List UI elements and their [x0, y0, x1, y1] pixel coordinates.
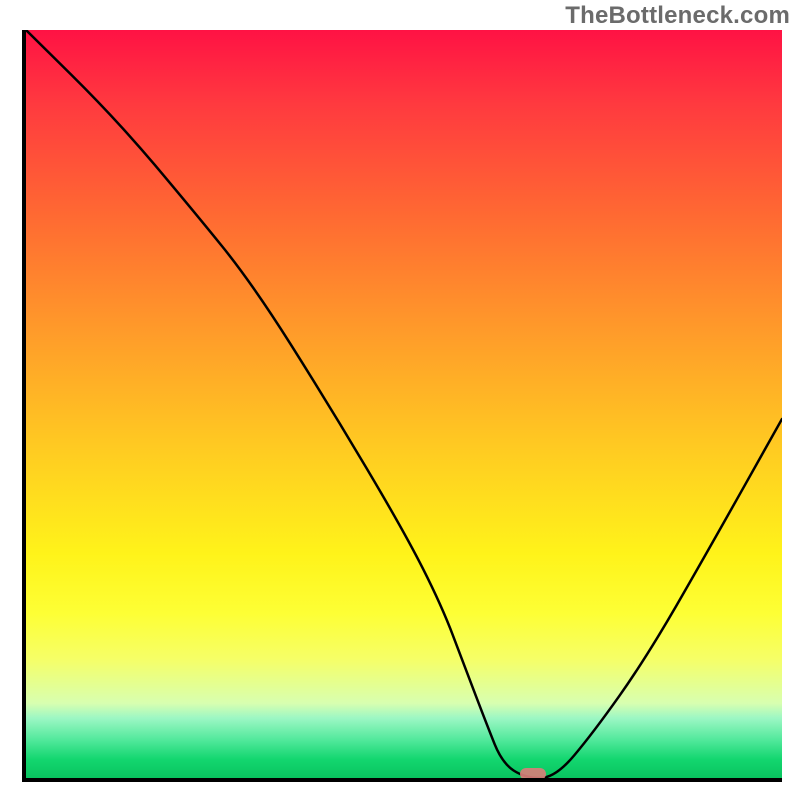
- watermark-text: TheBottleneck.com: [565, 2, 790, 30]
- chart-frame: TheBottleneck.com: [0, 0, 800, 800]
- bottleneck-curve: [26, 30, 782, 778]
- plot-area: [22, 30, 782, 782]
- optimal-point-marker: [520, 768, 546, 780]
